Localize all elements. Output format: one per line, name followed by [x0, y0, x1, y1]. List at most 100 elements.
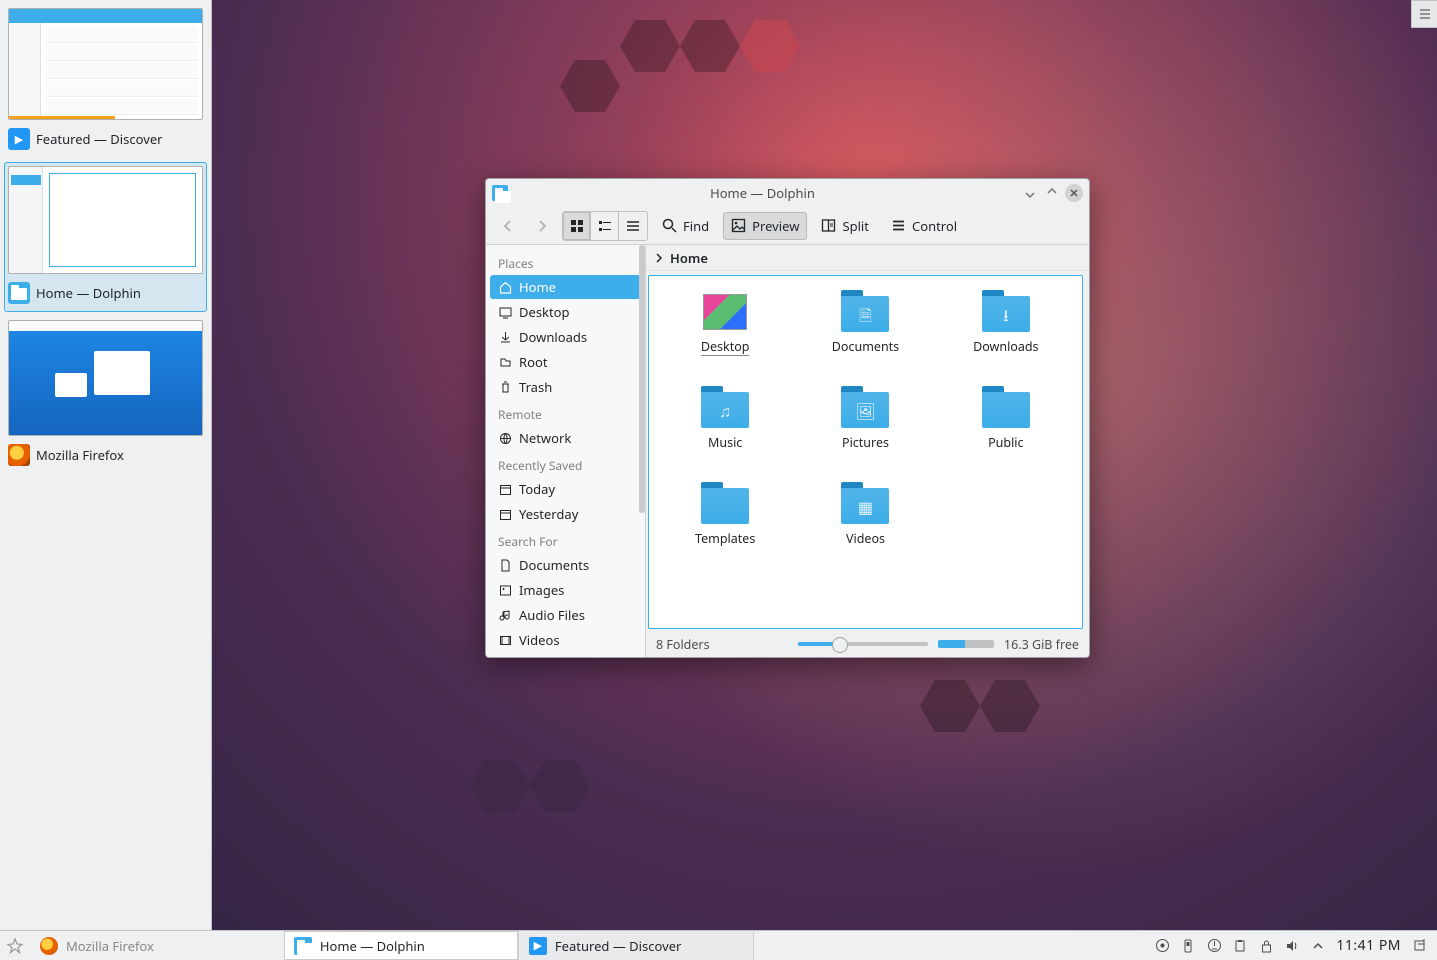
video-icon [498, 633, 512, 647]
folder-templates[interactable]: Templates [657, 480, 793, 572]
volume-icon[interactable] [1284, 938, 1300, 954]
sidebar-item-home[interactable]: Home [490, 275, 641, 299]
minimize-button[interactable] [1021, 184, 1039, 202]
sidebar-header-search: Search For [490, 527, 645, 553]
forward-button[interactable] [528, 212, 556, 240]
sidebar-item-yesterday[interactable]: Yesterday [490, 502, 641, 526]
folder-pictures[interactable]: 🖼 Pictures [797, 384, 933, 476]
firefox-icon [40, 937, 58, 955]
folder-icon [492, 185, 508, 201]
sidebar-item-search-audio[interactable]: Audio Files [490, 603, 641, 627]
window-title: Home — Dolphin [508, 184, 1017, 202]
folder-documents[interactable]: 🗎 Documents [797, 288, 933, 380]
preview-label: Preview [752, 217, 799, 235]
home-icon [498, 280, 512, 294]
back-button[interactable] [494, 212, 522, 240]
folder-icon: 🖼 [837, 384, 893, 430]
folder-label: Videos [846, 530, 885, 547]
search-icon [662, 218, 677, 233]
root-icon [498, 355, 512, 369]
preview-button[interactable]: Preview [723, 212, 807, 240]
system-tray: 11:41 PM [1144, 931, 1437, 960]
taskbar-item-label: Featured — Discover [555, 937, 682, 955]
taskbar-item-firefox[interactable]: Mozilla Firefox [30, 931, 164, 960]
maximize-button[interactable] [1043, 184, 1061, 202]
breadcrumb[interactable]: Home [646, 245, 1089, 271]
taskbar-item-label: Home — Dolphin [320, 937, 425, 955]
folder-label: Downloads [973, 338, 1038, 355]
folder-label: Pictures [842, 434, 889, 451]
split-icon [821, 218, 836, 233]
sidebar-item-downloads[interactable]: Downloads [490, 325, 641, 349]
trash-icon [498, 380, 512, 394]
control-label: Control [912, 217, 957, 235]
audio-icon [498, 608, 512, 622]
sidebar-header-recent: Recently Saved [490, 451, 645, 477]
folder-icon [697, 480, 753, 526]
taskbar-item-discover[interactable]: Featured — Discover [519, 931, 754, 960]
folder-music[interactable]: ♫Music [657, 384, 793, 476]
window-switcher-panel: Featured — Discover Home — Dolphin Mozil… [0, 0, 212, 930]
app-launcher-button[interactable] [0, 931, 30, 960]
sidebar-scrollbar[interactable] [639, 245, 645, 513]
firefox-icon [8, 444, 30, 466]
calendar-icon [498, 507, 512, 521]
folder-label: Documents [832, 338, 899, 355]
details-view-button[interactable] [619, 212, 647, 240]
titlebar[interactable]: Home — Dolphin [486, 179, 1089, 207]
sidebar-item-trash[interactable]: Trash [490, 375, 641, 399]
folder-downloads[interactable]: ⭳ Downloads [938, 288, 1074, 380]
breadcrumb-segment[interactable]: Home [670, 249, 708, 267]
zoom-slider[interactable] [798, 642, 928, 646]
sidebar-item-desktop[interactable]: Desktop [490, 300, 641, 324]
sidebar-item-search-documents[interactable]: Documents [490, 553, 641, 577]
switcher-item-dolphin[interactable]: Home — Dolphin [4, 162, 207, 312]
sidebar-item-search-videos[interactable]: Videos [490, 628, 641, 652]
find-label: Find [683, 217, 709, 235]
switcher-item-discover[interactable]: Featured — Discover [4, 4, 207, 158]
device-icon[interactable] [1180, 938, 1196, 954]
disk-free-label: 16.3 GiB free [1004, 636, 1079, 653]
file-grid[interactable]: Desktop 🗎 Documents ⭳ Downloads ♫Music 🖼 Pictur… [648, 275, 1083, 629]
file-view: Home Desktop 🗎 Documents ⭳ Downloads ♫Music 🖼 P… [646, 245, 1089, 657]
switcher-item-firefox[interactable]: Mozilla Firefox [4, 316, 207, 474]
find-button[interactable]: Find [654, 212, 717, 240]
places-sidebar: Places Home Desktop Downloads Root Trash… [486, 245, 646, 657]
menu-icon [891, 218, 906, 233]
chevron-right-icon [654, 253, 664, 263]
taskbar-item-dolphin[interactable]: Home — Dolphin [284, 931, 519, 960]
folder-public[interactable]: Public [938, 384, 1074, 476]
clock[interactable]: 11:41 PM [1336, 936, 1401, 955]
panel-edit-handle[interactable] [1411, 0, 1437, 28]
switcher-thumbnail [8, 8, 203, 120]
split-button[interactable]: Split [813, 212, 877, 240]
folder-videos[interactable]: ▦ Videos [797, 480, 933, 572]
taskbar: Mozilla Firefox Home — Dolphin Featured … [0, 930, 1437, 960]
control-button[interactable]: Control [883, 212, 965, 240]
folder-icon: ▦ [837, 480, 893, 526]
folder-label: Music [708, 434, 742, 451]
folder-icon [697, 288, 753, 334]
folder-desktop[interactable]: Desktop [657, 288, 793, 380]
folder-icon: ⭳ [978, 288, 1034, 334]
clipboard-icon[interactable] [1232, 938, 1248, 954]
show-desktop-icon[interactable] [1411, 938, 1427, 954]
updates-icon[interactable] [1154, 938, 1170, 954]
sidebar-item-search-images[interactable]: Images [490, 578, 641, 602]
close-button[interactable] [1065, 184, 1083, 202]
folder-icon [8, 282, 30, 304]
switcher-thumbnail [8, 320, 203, 436]
icons-view-button[interactable] [563, 212, 591, 240]
sidebar-item-network[interactable]: Network [490, 426, 641, 450]
sidebar-item-today[interactable]: Today [490, 477, 641, 501]
disk-usage-bar [938, 640, 994, 648]
compact-view-button[interactable] [591, 212, 619, 240]
tray-expand-icon[interactable] [1310, 938, 1326, 954]
sidebar-item-root[interactable]: Root [490, 350, 641, 374]
document-icon [498, 558, 512, 572]
keyboard-icon[interactable] [1206, 938, 1222, 954]
folder-icon [294, 937, 312, 955]
view-mode-group [562, 211, 648, 241]
folder-icon: 🗎 [837, 288, 893, 334]
lock-icon[interactable] [1258, 938, 1274, 954]
